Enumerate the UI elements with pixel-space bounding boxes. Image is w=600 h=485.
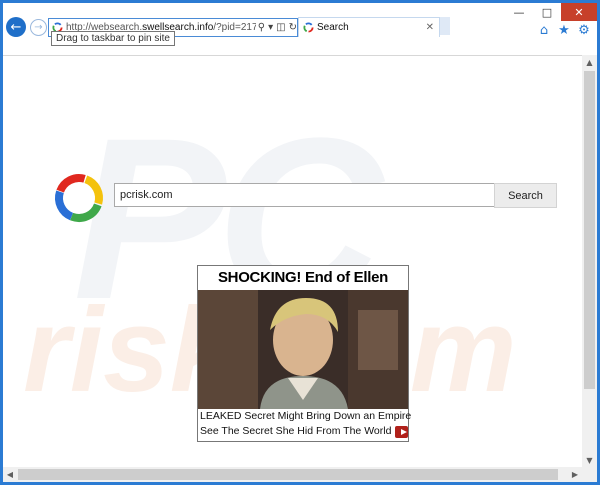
scroll-left-icon[interactable]: ◀ bbox=[3, 467, 17, 482]
horizontal-scroll-thumb[interactable] bbox=[18, 469, 558, 480]
ad-text-line1[interactable]: LEAKED Secret Might Bring Down an Empire bbox=[198, 409, 411, 424]
ad-text-line2-row[interactable]: See The Secret She Hid From The World bbox=[198, 424, 408, 439]
tab-favicon-icon bbox=[303, 22, 314, 33]
search-input[interactable]: pcrisk.com bbox=[114, 183, 496, 207]
window-controls: — □ ✕ bbox=[505, 3, 597, 21]
address-bar-actions: ⚲ ▾ ◫ ↻ bbox=[258, 22, 297, 33]
scroll-right-icon[interactable]: ▶ bbox=[568, 467, 582, 482]
page-content: PC risk.com pcrisk.com Search SHOCKING! … bbox=[3, 55, 582, 468]
pin-site-tooltip: Drag to taskbar to pin site bbox=[51, 31, 175, 46]
scrollbar-corner bbox=[582, 467, 597, 482]
ad-video-thumbnail[interactable] bbox=[198, 290, 408, 409]
settings-gear-icon[interactable]: ⚙ bbox=[577, 23, 591, 38]
tab-search[interactable]: Search ✕ bbox=[298, 17, 440, 37]
tab-label: Search bbox=[317, 22, 349, 33]
site-logo bbox=[55, 174, 103, 223]
browser-toolbar: ⌂ ★ ⚙ bbox=[537, 23, 591, 38]
tab-close-icon[interactable]: ✕ bbox=[426, 22, 434, 33]
search-icon[interactable]: ⚲ bbox=[258, 22, 265, 33]
vertical-scroll-thumb[interactable] bbox=[584, 71, 595, 389]
home-icon[interactable]: ⌂ bbox=[537, 23, 551, 38]
vertical-scrollbar[interactable]: ▲ ▼ bbox=[582, 55, 597, 467]
video-play-icon[interactable] bbox=[395, 425, 408, 438]
minimize-icon[interactable]: — bbox=[505, 3, 533, 21]
forward-icon[interactable]: → bbox=[30, 19, 47, 36]
favorites-star-icon[interactable]: ★ bbox=[557, 23, 571, 38]
compatibility-icon[interactable]: ◫ bbox=[276, 22, 285, 33]
scroll-down-icon[interactable]: ▼ bbox=[582, 453, 597, 467]
ad-headline[interactable]: SHOCKING! End of Ellen Show? bbox=[198, 266, 408, 310]
new-tab-button[interactable] bbox=[440, 17, 450, 35]
horizontal-scrollbar[interactable]: ◀ ▶ bbox=[3, 467, 582, 482]
close-icon[interactable]: ✕ bbox=[561, 3, 597, 21]
maximize-icon[interactable]: □ bbox=[533, 3, 561, 21]
refresh-icon[interactable]: ↻ bbox=[289, 22, 297, 33]
dropdown-icon[interactable]: ▾ bbox=[268, 22, 273, 33]
search-button[interactable]: Search bbox=[494, 183, 557, 208]
ad-text-line2[interactable]: See The Secret She Hid From The World bbox=[200, 424, 391, 439]
back-icon[interactable]: ← bbox=[6, 17, 26, 37]
advertisement-banner[interactable]: SHOCKING! End of Ellen Show? LEAKED Secr… bbox=[197, 265, 411, 442]
scroll-up-icon[interactable]: ▲ bbox=[582, 55, 597, 69]
